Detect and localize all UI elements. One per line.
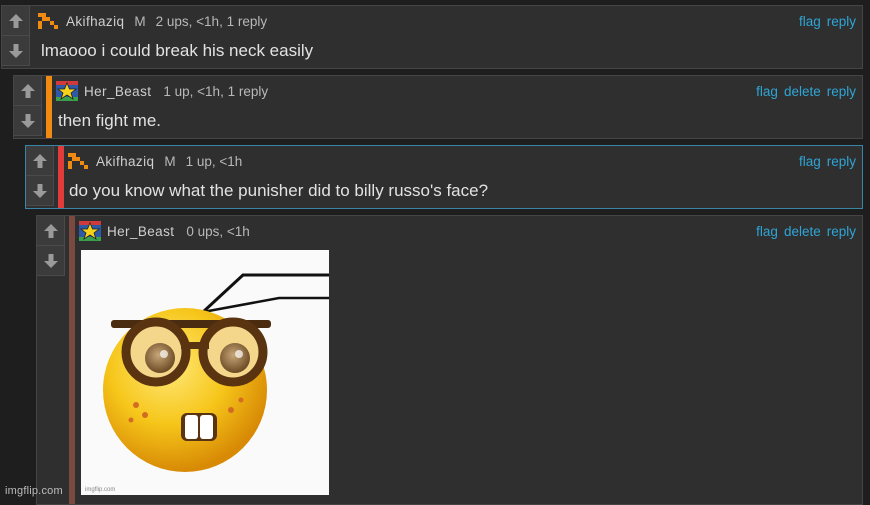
comment-meta: 2 ups, <1h, 1 reply	[155, 13, 268, 29]
user-avatar-icon[interactable]	[68, 151, 90, 171]
comment-4: Her_Beast 0 ups, <1h flag delete reply i…	[36, 215, 863, 505]
user-avatar-icon[interactable]	[79, 221, 101, 241]
arrow-up-icon	[32, 153, 47, 168]
downvote-button[interactable]	[26, 176, 54, 206]
username[interactable]: Her_Beast	[84, 84, 151, 99]
arrow-up-icon	[43, 223, 58, 238]
reply-link[interactable]: reply	[827, 154, 856, 169]
comment-text: lmaooo i could break his neck easily	[41, 41, 314, 60]
thread-bar	[69, 216, 75, 504]
mod-badge: M	[134, 13, 146, 29]
comment-actions: flag delete reply	[756, 224, 856, 239]
vote-column	[2, 6, 30, 66]
downvote-button[interactable]	[37, 246, 65, 276]
downvote-button[interactable]	[14, 106, 42, 136]
flag-link[interactable]: flag	[799, 154, 821, 169]
delete-link[interactable]: delete	[784, 224, 821, 239]
delete-link[interactable]: delete	[784, 84, 821, 99]
vote-column	[37, 216, 65, 276]
username[interactable]: Akifhaziq	[96, 154, 154, 169]
thread-bar	[58, 146, 64, 208]
comment-header: Akifhaziq M 2 ups, <1h, 1 reply	[38, 12, 267, 30]
arrow-down-icon	[32, 183, 47, 198]
flag-link[interactable]: flag	[799, 14, 821, 29]
comment-header: Her_Beast 1 up, <1h, 1 reply	[56, 81, 269, 101]
comment-meta: 0 ups, <1h	[186, 223, 250, 239]
watermark: imgflip.com	[5, 485, 63, 497]
reply-link[interactable]: reply	[827, 14, 856, 29]
flag-link[interactable]: flag	[756, 224, 778, 239]
arrow-down-icon	[43, 253, 58, 268]
upvote-button[interactable]	[26, 146, 54, 176]
comment-text: do you know what the punisher did to bil…	[69, 181, 489, 200]
comment-header: Her_Beast 0 ups, <1h	[79, 221, 250, 241]
arrow-up-icon	[20, 83, 35, 98]
mod-badge: M	[164, 153, 176, 169]
comment-image[interactable]: imgflip.com	[81, 250, 329, 495]
comment-meta: 1 up, <1h	[185, 153, 243, 169]
comment-actions: flag reply	[799, 154, 856, 169]
comment-text: then fight me.	[58, 111, 162, 130]
comment-1: Akifhaziq M 2 ups, <1h, 1 reply flag rep…	[1, 5, 863, 69]
reply-link[interactable]: reply	[827, 84, 856, 99]
comment-meta: 1 up, <1h, 1 reply	[163, 83, 269, 99]
comment-actions: flag delete reply	[756, 84, 856, 99]
arrow-up-icon	[8, 13, 23, 28]
arrow-down-icon	[20, 113, 35, 128]
username[interactable]: Akifhaziq	[66, 14, 124, 29]
vote-column	[14, 76, 42, 136]
reply-link[interactable]: reply	[827, 224, 856, 239]
comment-2: Her_Beast 1 up, <1h, 1 reply flag delete…	[13, 75, 863, 139]
comment-actions: flag reply	[799, 14, 856, 29]
thread-bar	[46, 76, 52, 138]
comment-header: Akifhaziq M 1 up, <1h	[68, 152, 242, 170]
upvote-button[interactable]	[2, 6, 30, 36]
username[interactable]: Her_Beast	[107, 224, 174, 239]
user-avatar-icon[interactable]	[38, 11, 60, 31]
arrow-down-icon	[8, 43, 23, 58]
upvote-button[interactable]	[37, 216, 65, 246]
flag-link[interactable]: flag	[756, 84, 778, 99]
downvote-button[interactable]	[2, 36, 30, 66]
vote-column	[26, 146, 54, 206]
image-caption: imgflip.com	[85, 487, 116, 493]
upvote-button[interactable]	[14, 76, 42, 106]
nerd-emoji-icon	[103, 273, 329, 472]
comment-3: Akifhaziq M 1 up, <1h flag reply do you …	[25, 145, 863, 209]
user-avatar-icon[interactable]	[56, 81, 78, 101]
